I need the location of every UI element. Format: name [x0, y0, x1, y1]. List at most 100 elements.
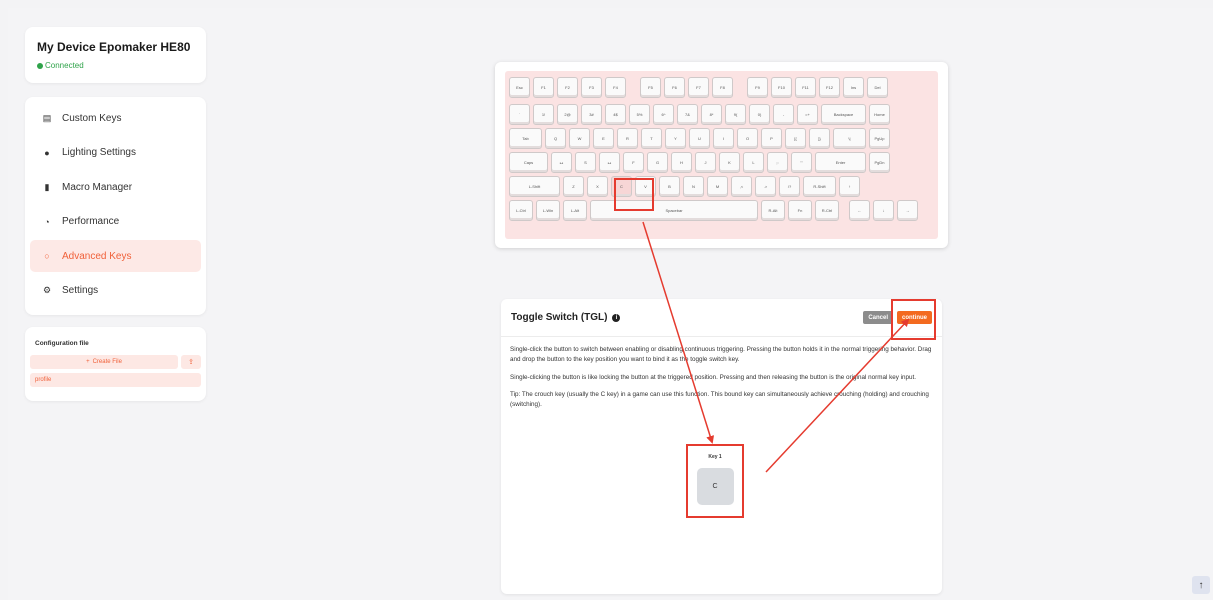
key-q[interactable]: Q — [545, 128, 566, 149]
profile-item[interactable]: profile — [30, 373, 201, 387]
key-fn[interactable]: Fn — [788, 200, 812, 221]
key-period[interactable]: .> — [755, 176, 776, 197]
key-arrow-up[interactable]: ↑ — [839, 176, 860, 197]
key-o[interactable]: O — [737, 128, 758, 149]
key-esc[interactable]: Esc — [509, 77, 530, 98]
key-4[interactable]: 4$ — [605, 104, 626, 125]
key-j[interactable]: J — [695, 152, 716, 173]
info-icon[interactable]: i — [612, 313, 621, 322]
key-right-ctrl[interactable]: R-Ctrl — [815, 200, 839, 221]
sidebar-item-custom-keys[interactable]: ▤ Custom Keys — [30, 102, 201, 134]
key-f12[interactable]: F12 — [819, 77, 840, 98]
create-file-button[interactable]: + Create File — [30, 355, 178, 369]
sidebar-item-label: Settings — [62, 285, 99, 296]
annotation-box-key-c — [614, 178, 654, 211]
key-1[interactable]: 1! — [533, 104, 554, 125]
key-arrow-left[interactable]: ← — [849, 200, 870, 221]
key-slash[interactable]: /? — [779, 176, 800, 197]
key-right-shift[interactable]: R-Shift — [803, 176, 836, 197]
key-i[interactable]: I — [713, 128, 734, 149]
key-backslash[interactable]: \| — [833, 128, 866, 149]
keyboard-row-function: Esc F1 F2 F3 F4 F5 F6 F7 F8 F9 F10 F11 F… — [509, 77, 934, 98]
key-r[interactable]: R — [617, 128, 638, 149]
cancel-button[interactable]: Cancel — [863, 311, 893, 324]
key-s[interactable]: S — [575, 152, 596, 173]
key-k[interactable]: K — [719, 152, 740, 173]
key-p[interactable]: P — [761, 128, 782, 149]
key-pgdn[interactable]: PgDn — [869, 152, 890, 173]
key-tab[interactable]: Tab — [509, 128, 542, 149]
config-card: Configuration file + Create File ⇪ profi… — [25, 327, 206, 401]
key-l[interactable]: L — [743, 152, 764, 173]
upload-icon: ⇪ — [188, 359, 194, 366]
key-f2[interactable]: F2 — [557, 77, 578, 98]
key-f8[interactable]: F8 — [712, 77, 733, 98]
key-a-toggle[interactable]: ↔ — [551, 152, 572, 173]
key-semicolon[interactable]: ;: — [767, 152, 788, 173]
key-left-alt[interactable]: L-Alt — [563, 200, 587, 221]
key-f[interactable]: F — [623, 152, 644, 173]
key-g[interactable]: G — [647, 152, 668, 173]
key-f3[interactable]: F3 — [581, 77, 602, 98]
key-d-toggle[interactable]: ↔ — [599, 152, 620, 173]
key-backtick[interactable]: ` — [509, 104, 530, 125]
key-f5[interactable]: F5 — [640, 77, 661, 98]
key-caps[interactable]: Caps — [509, 152, 548, 173]
key-w[interactable]: W — [569, 128, 590, 149]
key-t[interactable]: T — [641, 128, 662, 149]
key-y[interactable]: Y — [665, 128, 686, 149]
key-f7[interactable]: F7 — [688, 77, 709, 98]
key-x[interactable]: X — [587, 176, 608, 197]
key-left-shift[interactable]: L-Shift — [509, 176, 560, 197]
key-0[interactable]: 0) — [749, 104, 770, 125]
key-left-win[interactable]: L-Win — [536, 200, 560, 221]
device-card: My Device Epomaker HE80 Connected — [25, 27, 206, 83]
key-left-bracket[interactable]: [{ — [785, 128, 806, 149]
key-8[interactable]: 8* — [701, 104, 722, 125]
circle-icon: ○ — [44, 251, 50, 261]
key-e[interactable]: E — [593, 128, 614, 149]
key-f10[interactable]: F10 — [771, 77, 792, 98]
key-f1[interactable]: F1 — [533, 77, 554, 98]
sidebar-item-performance[interactable]: ◔ Performance — [30, 206, 201, 238]
key-home[interactable]: Home — [869, 104, 890, 125]
key-9[interactable]: 9( — [725, 104, 746, 125]
scroll-to-top-button[interactable]: ↑ — [1192, 576, 1210, 594]
key-f4[interactable]: F4 — [605, 77, 626, 98]
sidebar-item-settings[interactable]: ⚙ Settings — [30, 275, 201, 307]
key-right-bracket[interactable]: ]} — [809, 128, 830, 149]
key-3[interactable]: 3# — [581, 104, 602, 125]
import-button[interactable]: ⇪ — [181, 355, 201, 369]
keyboard-row-bottom: L-Ctrl L-Win L-Alt Spacebar R-Alt Fn R-C… — [509, 200, 934, 221]
key-right-alt[interactable]: R-Alt — [761, 200, 785, 221]
key-left-ctrl[interactable]: L-Ctrl — [509, 200, 533, 221]
key-f9[interactable]: F9 — [747, 77, 768, 98]
key-del[interactable]: Del — [867, 77, 888, 98]
key-f11[interactable]: F11 — [795, 77, 816, 98]
key-equals[interactable]: =+ — [797, 104, 818, 125]
key-comma[interactable]: ,< — [731, 176, 752, 197]
key-quote[interactable]: '" — [791, 152, 812, 173]
key-z[interactable]: Z — [563, 176, 584, 197]
key-m[interactable]: M — [707, 176, 728, 197]
key-6[interactable]: 6^ — [653, 104, 674, 125]
sidebar-item-macro-manager[interactable]: ▮ Macro Manager — [30, 171, 201, 203]
key-2[interactable]: 2@ — [557, 104, 578, 125]
key-b[interactable]: B — [659, 176, 680, 197]
key-ins[interactable]: Ins — [843, 77, 864, 98]
key-backspace[interactable]: Backspace — [821, 104, 866, 125]
key-n[interactable]: N — [683, 176, 704, 197]
key-7[interactable]: 7& — [677, 104, 698, 125]
bulb-icon: ● — [44, 147, 50, 158]
key-enter[interactable]: Enter — [815, 152, 866, 173]
key-pgup[interactable]: PgUp — [869, 128, 890, 149]
sidebar-item-advanced-keys[interactable]: ○ Advanced Keys — [30, 240, 201, 272]
key-minus[interactable]: - — [773, 104, 794, 125]
key-h[interactable]: H — [671, 152, 692, 173]
key-f6[interactable]: F6 — [664, 77, 685, 98]
key-arrow-right[interactable]: → — [897, 200, 918, 221]
key-u[interactable]: U — [689, 128, 710, 149]
key-5[interactable]: 5% — [629, 104, 650, 125]
key-arrow-down[interactable]: ↓ — [873, 200, 894, 221]
sidebar-item-lighting-settings[interactable]: ● Lighting Settings — [30, 137, 201, 169]
